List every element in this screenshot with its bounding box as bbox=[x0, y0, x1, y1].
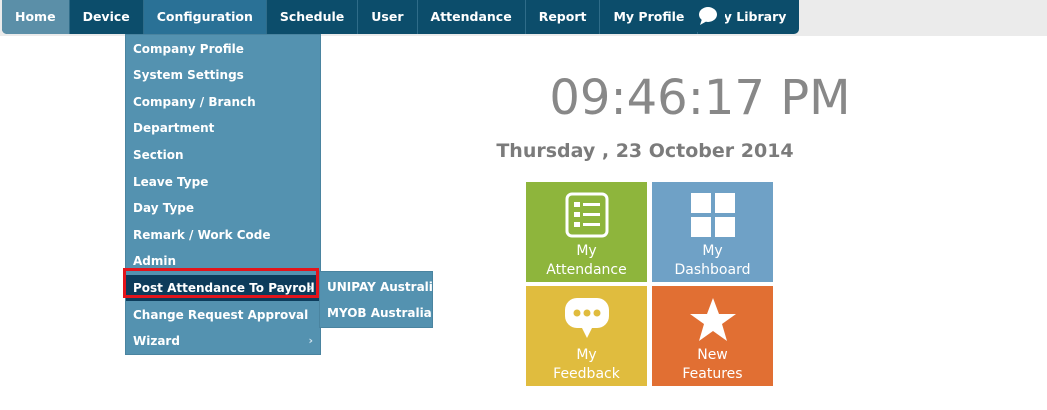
chat-button[interactable] bbox=[691, 0, 725, 32]
tile-label: Dashboard bbox=[674, 262, 751, 278]
grid-icon bbox=[690, 193, 735, 237]
submenu-item-unipay-australia[interactable]: UNIPAY Australia bbox=[320, 274, 441, 300]
tile-label: New bbox=[697, 347, 728, 363]
menu-item-change-request-approval[interactable]: Change Request Approval bbox=[126, 302, 320, 328]
menu-item-post-attendance-to-payroll[interactable]: Post Attendance To Payroll › bbox=[126, 275, 320, 301]
tile-label: My bbox=[576, 243, 597, 259]
menu-item-department[interactable]: Department bbox=[126, 115, 320, 141]
configuration-dropdown: Company Profile System Settings Company … bbox=[125, 34, 321, 355]
menu-item-company-branch[interactable]: Company / Branch bbox=[126, 89, 320, 115]
tile-my-dashboard[interactable]: My Dashboard bbox=[652, 182, 773, 282]
clock-date: Thursday , 23 October 2014 bbox=[496, 140, 794, 162]
nav-attendance[interactable]: Attendance bbox=[418, 0, 526, 34]
clock-time: 09:46:17 PM bbox=[549, 70, 851, 126]
menu-item-day-type[interactable]: Day Type bbox=[126, 195, 320, 221]
nav-configuration[interactable]: Configuration bbox=[143, 0, 267, 34]
nav-my-profile[interactable]: My Profile bbox=[600, 0, 699, 34]
nav-report[interactable]: Report bbox=[526, 0, 601, 34]
tile-new-features[interactable]: New Features bbox=[652, 286, 773, 386]
menu-item-wizard[interactable]: Wizard › bbox=[126, 328, 320, 354]
menu-item-company-profile[interactable]: Company Profile bbox=[126, 36, 320, 62]
tile-my-attendance[interactable]: My Attendance bbox=[526, 182, 647, 282]
nav-device[interactable]: Device bbox=[70, 0, 144, 34]
list-icon bbox=[565, 192, 608, 238]
tile-label: My bbox=[576, 347, 597, 363]
menu-item-system-settings[interactable]: System Settings bbox=[126, 62, 320, 88]
chevron-right-icon: › bbox=[308, 334, 313, 347]
tile-label: My bbox=[702, 243, 723, 259]
nav-schedule[interactable]: Schedule bbox=[267, 0, 359, 34]
submenu-item-myob-australia[interactable]: MYOB Australia bbox=[320, 300, 432, 326]
chevron-right-icon: › bbox=[308, 281, 313, 294]
menu-item-section[interactable]: Section bbox=[126, 142, 320, 168]
menu-item-admin[interactable]: Admin bbox=[126, 248, 320, 274]
tile-label: Features bbox=[682, 366, 743, 382]
star-icon bbox=[689, 298, 736, 341]
chat-bubble-icon bbox=[699, 7, 717, 25]
tile-label: Attendance bbox=[546, 262, 627, 278]
menu-item-leave-type[interactable]: Leave Type bbox=[126, 169, 320, 195]
menu-item-remark-work-code[interactable]: Remark / Work Code bbox=[126, 222, 320, 248]
tile-label: Feedback bbox=[553, 366, 620, 382]
chat-bubble-icon bbox=[564, 298, 609, 338]
nav-home[interactable]: Home bbox=[2, 0, 70, 34]
tile-my-feedback[interactable]: My Feedback bbox=[526, 286, 647, 386]
main-nav: Home Device Configuration Schedule User … bbox=[2, 0, 800, 34]
nav-user[interactable]: User bbox=[358, 0, 418, 34]
payroll-submenu: UNIPAY Australia MYOB Australia bbox=[319, 271, 441, 328]
